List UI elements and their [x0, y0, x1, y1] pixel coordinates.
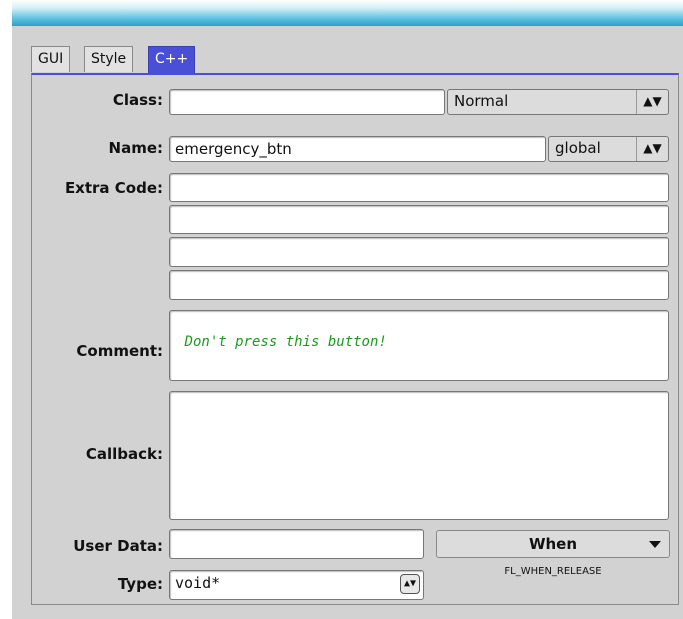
- tab-style[interactable]: Style: [84, 46, 134, 72]
- extra-code-input-3[interactable]: [169, 237, 669, 267]
- class-mode-choice[interactable]: Normal ▲▼: [447, 89, 669, 115]
- comment-textarea[interactable]: Don't press this button!: [169, 310, 669, 381]
- comment-text: Don't press this button!: [184, 334, 387, 350]
- tab-cpp[interactable]: C++: [148, 46, 196, 74]
- chevron-down-icon: [649, 541, 661, 548]
- extra-code-input-1[interactable]: [169, 173, 669, 202]
- class-mode-value: Normal: [454, 92, 509, 110]
- class-label: Class:: [112, 91, 163, 109]
- comment-label: Comment:: [76, 342, 163, 360]
- when-menu-button[interactable]: When: [436, 530, 670, 558]
- when-label: When: [528, 535, 578, 553]
- callback-label: Callback:: [85, 445, 163, 463]
- type-input[interactable]: void* ▲▼: [169, 570, 424, 600]
- callback-textarea[interactable]: [169, 391, 669, 520]
- user-data-label: User Data:: [73, 537, 163, 555]
- user-data-input[interactable]: [169, 529, 424, 559]
- extra-code-label: Extra Code:: [64, 179, 163, 197]
- updown-arrows-icon: ▲▼: [636, 90, 668, 114]
- window-titlebar: [12, 0, 683, 26]
- name-input[interactable]: emergency_btn: [169, 136, 546, 162]
- name-scope-value: global: [555, 139, 601, 157]
- updown-arrows-icon: ▲▼: [636, 137, 668, 161]
- class-input[interactable]: [169, 89, 445, 115]
- when-value-text: FL_WHEN_RELEASE: [504, 566, 602, 577]
- name-label: Name:: [108, 139, 163, 157]
- extra-code-input-2[interactable]: [169, 205, 669, 234]
- name-scope-choice[interactable]: global ▲▼: [548, 136, 669, 162]
- updown-arrows-icon[interactable]: ▲▼: [400, 574, 420, 594]
- extra-code-input-4[interactable]: [169, 270, 669, 300]
- tab-gui[interactable]: GUI: [31, 46, 71, 72]
- type-label: Type:: [117, 575, 163, 593]
- type-value: void*: [175, 574, 221, 592]
